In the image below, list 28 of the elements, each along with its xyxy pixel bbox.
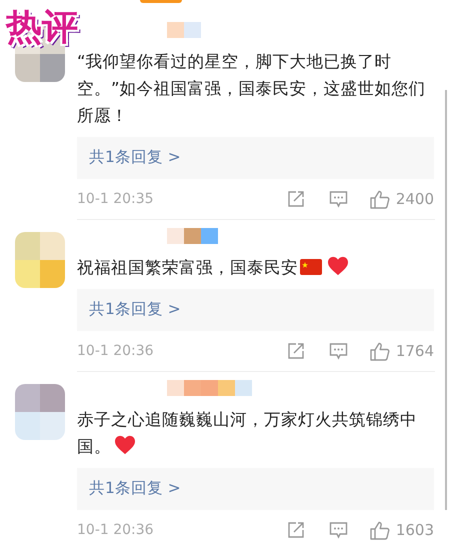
comment-text: “我仰望你看过的星空，脚下大地已换了时空。”如今祖国富强，国泰民安，这盛世如您们所愿！ <box>77 51 427 127</box>
comment-icon[interactable] <box>328 342 348 360</box>
like-count: 2400 <box>396 188 434 210</box>
comment-icon[interactable] <box>328 521 348 539</box>
timestamp: 10-1 20:35 <box>77 190 155 208</box>
timestamp: 10-1 20:36 <box>77 520 155 540</box>
username-mosaic <box>167 228 218 244</box>
timestamp: 10-1 20:36 <box>77 342 155 360</box>
replies-link[interactable]: 共1条回复 > <box>77 137 434 179</box>
thumbs-up-icon[interactable] <box>370 190 390 208</box>
comment-icon[interactable] <box>328 190 348 208</box>
comment-text: 祝福祖国繁荣富强，国泰民安 <box>77 254 434 281</box>
heart-icon <box>114 435 136 455</box>
thumbs-up-icon[interactable] <box>370 520 390 540</box>
username-mosaic <box>167 22 201 38</box>
share-icon[interactable] <box>286 521 305 539</box>
tab-indicator <box>140 0 182 3</box>
hot-comments-title: 热评 <box>4 6 79 50</box>
share-icon[interactable] <box>286 190 305 208</box>
thumbs-up-icon[interactable] <box>370 342 390 360</box>
comment-text: 赤子之心追随巍巍山河，万家灯火共筑锦绣中国。 <box>77 409 418 458</box>
share-icon[interactable] <box>286 342 305 360</box>
replies-link[interactable]: 共1条回复 > <box>77 289 434 331</box>
heart-icon <box>327 256 349 276</box>
flag-icon <box>300 259 322 275</box>
like-count: 1764 <box>396 340 434 362</box>
replies-link[interactable]: 共1条回复 > <box>77 468 434 510</box>
like-count: 1603 <box>396 520 434 541</box>
